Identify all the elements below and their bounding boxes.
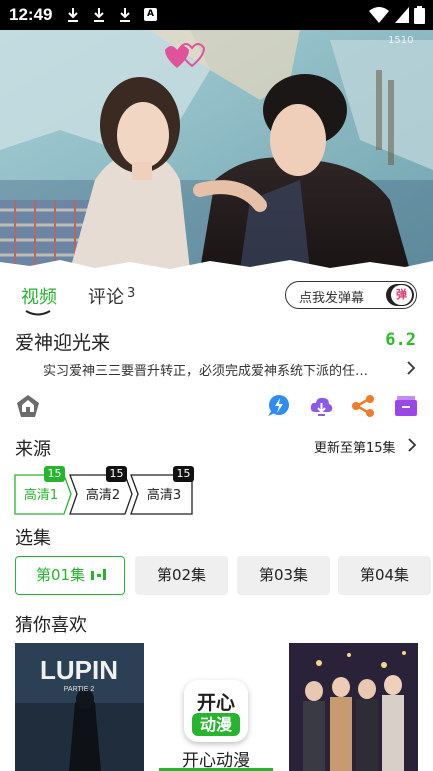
video-frame: 1510 xyxy=(0,30,433,270)
keyboard-icon: A xyxy=(144,8,157,21)
tab-video[interactable]: 视频 xyxy=(21,283,57,309)
source-option-1[interactable]: 高清1 15 xyxy=(14,466,72,515)
update-status-link[interactable]: 更新至第15集 xyxy=(314,437,396,456)
episode-count-badge: 15 xyxy=(173,466,194,482)
synopsis-text[interactable]: 实习爱神三三要晋升转正，必须完成爱神系统下派的任… xyxy=(43,360,398,379)
episode-button-03[interactable]: 第03集 xyxy=(237,556,330,595)
app-logo[interactable]: 开心 动漫 xyxy=(184,680,248,742)
chat-bolt-icon[interactable] xyxy=(265,394,291,418)
cloud-download-icon[interactable] xyxy=(309,394,334,418)
poster-subtitle: PARTIE 2 xyxy=(64,686,95,693)
episode-count-badge: 15 xyxy=(106,466,127,482)
source-option-label: 高清3 xyxy=(146,488,182,503)
download-icon xyxy=(120,8,130,22)
chevron-right-icon[interactable] xyxy=(406,437,418,453)
danmaku-label: 点我发弹幕 xyxy=(299,291,365,306)
share-icon[interactable] xyxy=(351,394,376,418)
recommend-poster xyxy=(289,643,418,771)
chevron-right-icon[interactable] xyxy=(405,360,417,376)
episode-label: 第01集 xyxy=(36,566,86,584)
recommend-section-title: 猜你喜欢 xyxy=(15,615,87,636)
danmaku-toggle[interactable]: 弹 xyxy=(386,284,414,306)
download-icon xyxy=(68,8,78,22)
source-option-label: 高清2 xyxy=(85,488,121,503)
source-option-label: 高清1 xyxy=(23,488,59,503)
source-section-title: 来源 xyxy=(15,439,51,460)
status-bar: 12:49 A xyxy=(0,0,433,30)
battery-icon xyxy=(414,6,425,24)
episode-count-badge: 15 xyxy=(44,466,65,482)
source-option-3[interactable]: 高清3 15 xyxy=(130,466,194,515)
app-logo-top: 开心 xyxy=(196,692,235,714)
folder-icon[interactable] xyxy=(394,394,418,418)
episodes-section-title: 选集 xyxy=(15,528,51,549)
rating-score: 6.2 xyxy=(385,330,416,350)
poster-title: LUPIN xyxy=(40,655,118,685)
signal-icon xyxy=(395,7,409,23)
video-overlay-mark: 1510 xyxy=(388,35,413,46)
show-title: 爱神迎光来 xyxy=(15,332,111,354)
episode-label: 第02集 xyxy=(156,566,207,584)
download-icon xyxy=(94,8,104,22)
comments-count: 3 xyxy=(127,286,136,301)
video-player[interactable]: 1510 xyxy=(0,30,433,270)
play-bars-icon xyxy=(91,569,106,580)
tab-active-indicator xyxy=(25,310,51,316)
danmaku-input-button[interactable]: 点我发弹幕 弹 xyxy=(285,281,417,309)
recommend-poster: LUPIN PARTIE 2 xyxy=(15,643,144,771)
wifi-icon xyxy=(369,7,389,23)
episode-label: 第04集 xyxy=(359,566,410,584)
source-option-2[interactable]: 高清2 15 xyxy=(69,466,133,515)
status-time: 12:49 xyxy=(9,5,53,24)
app-logo-face: 开心 动漫 xyxy=(187,683,245,739)
app-logo-bottom: 动漫 xyxy=(192,713,240,736)
home-icon[interactable] xyxy=(16,394,40,418)
episode-button-02[interactable]: 第02集 xyxy=(135,556,228,595)
danmaku-toggle-glyph: 弹 xyxy=(391,285,412,305)
tab-comments[interactable]: 评论 xyxy=(88,283,124,309)
episode-button-01[interactable]: 第01集 xyxy=(15,556,125,595)
episode-label: 第03集 xyxy=(258,566,309,584)
recommend-card-3[interactable] xyxy=(289,643,418,771)
recommend-card-1[interactable]: LUPIN PARTIE 2 xyxy=(15,643,144,771)
episode-button-04[interactable]: 第04集 xyxy=(338,556,431,595)
